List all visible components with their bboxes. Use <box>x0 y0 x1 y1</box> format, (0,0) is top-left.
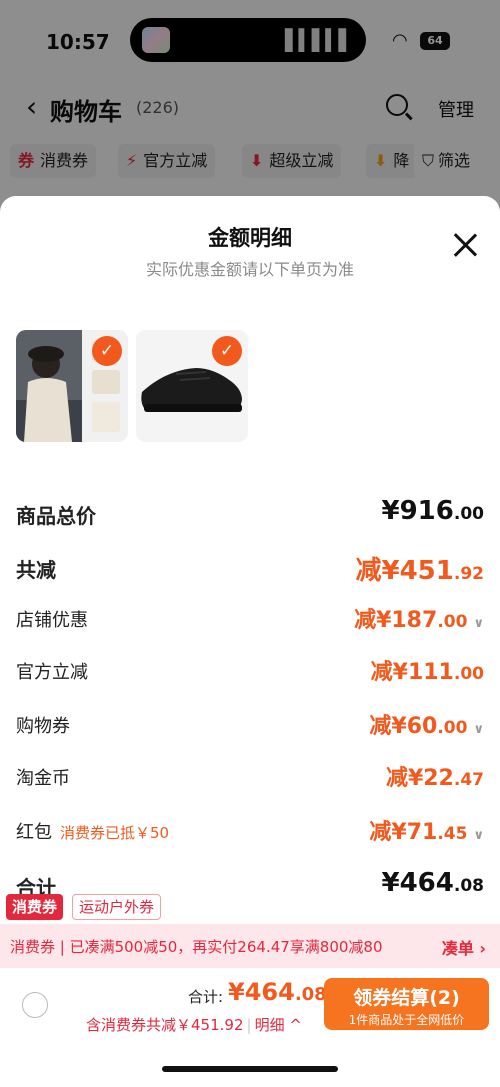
checkout-label: 领券结算(2) <box>353 987 460 1009</box>
discount-summary: 含消费券共减￥451.92 <box>86 1016 244 1034</box>
amount-integer: 22 <box>423 766 454 791</box>
chevron-down-icon: ∨ <box>473 722 484 737</box>
total-value: ¥464.08 <box>228 978 327 1006</box>
selected-check-icon: ✓ <box>92 336 122 366</box>
chevron-up-icon: ^ <box>284 1016 302 1034</box>
taojinbi-value: 减¥22.47 <box>386 760 484 792</box>
amount-integer: 187 <box>391 608 438 633</box>
amount-decimal: .00 <box>437 718 468 738</box>
detail-toggle[interactable]: 明细 ^ <box>255 1016 302 1034</box>
checkout-button[interactable]: 领券结算(2) 1件商品处于全网低价 <box>324 978 489 1030</box>
currency-prefix: 减¥ <box>354 608 392 633</box>
shop-discount-row[interactable]: 店铺优惠 减¥187.00 ∨ <box>16 602 484 636</box>
official-cut-value: 减¥111.00 <box>371 654 484 686</box>
total-sub-line: 含消费券共减￥451.92 | 明细 ^ <box>86 1014 302 1035</box>
taojinbi-label: 淘金币 <box>16 768 70 789</box>
home-indicator <box>162 1066 338 1072</box>
amount-decimal: .00 <box>437 612 468 632</box>
red-packet-row[interactable]: 红包 消费券已抵￥50 减¥71.45 ∨ <box>16 814 484 848</box>
taojinbi-row: 淘金币 减¥22.47 <box>16 760 484 794</box>
checkout-sublabel: 1件商品处于全网低价 <box>348 1013 465 1027</box>
currency-prefix: 减¥ <box>369 820 407 845</box>
currency-prefix: 减¥ <box>370 660 408 685</box>
goods-total-row: 商品总价 ¥916.00 <box>16 496 484 530</box>
official-cut-row: 官方立减 减¥111.00 <box>16 654 484 688</box>
currency-prefix: ¥ <box>228 978 245 1006</box>
shop-discount-label: 店铺优惠 <box>16 610 88 631</box>
amount-decimal: .45 <box>437 824 468 844</box>
chevron-down-icon: ∨ <box>473 828 484 843</box>
divider: | <box>246 1016 252 1034</box>
total-label: 合计: <box>188 988 224 1006</box>
consumer-coupon-tag[interactable]: 消费券 <box>6 894 64 920</box>
amount-decimal: .00 <box>453 664 484 684</box>
close-icon[interactable] <box>452 232 478 258</box>
shopping-coupon-row[interactable]: 购物券 减¥60.00 ∨ <box>16 708 484 742</box>
shopping-coupon-label: 购物券 <box>16 716 70 737</box>
sum-value: ¥464.08 <box>382 868 485 898</box>
red-packet-label: 红包 <box>16 822 52 843</box>
product-thumbnail-shoe[interactable]: ✓ <box>136 330 248 442</box>
outdoor-coupon-tag[interactable]: 运动户外券 <box>72 894 162 920</box>
currency-prefix: 减¥ <box>369 714 407 739</box>
currency-prefix: ¥ <box>381 496 400 526</box>
red-packet-label-wrap: 红包 消费券已抵￥50 <box>16 818 169 844</box>
amount-integer: 464 <box>399 868 454 898</box>
add-items-link[interactable]: 凑单 › <box>442 935 486 959</box>
promo-bar[interactable]: 消费券 | 已凑满500减50，再实付264.47享满800减80 凑单 › <box>0 924 500 968</box>
sheet-subtitle: 实际优惠金额请以下单页为准 <box>145 260 354 279</box>
goods-total-value: ¥916.00 <box>382 496 485 526</box>
selected-check-icon: ✓ <box>212 336 242 366</box>
amount-decimal: .08 <box>294 984 327 1005</box>
total-reduce-label: 共减 <box>16 558 56 582</box>
promo-text: 消费券 | 已凑满500减50，再实付264.47享满800减80 <box>10 938 383 956</box>
sheet-title: 金额明细 <box>208 226 292 250</box>
amount-integer: 60 <box>406 714 438 739</box>
amount-integer: 451 <box>399 556 454 586</box>
shopping-coupon-value: 减¥60.00 ∨ <box>369 708 484 740</box>
currency-prefix: ¥ <box>381 868 400 898</box>
red-packet-value: 减¥71.45 ∨ <box>369 814 484 846</box>
goods-total-label: 商品总价 <box>16 504 96 528</box>
amount-decimal: .47 <box>453 770 484 790</box>
checkout-footer: 合计: ¥464.08 含消费券共减￥451.92 | 明细 ^ 领券结算(2) 1… <box>0 968 500 1087</box>
amount-integer: 916 <box>399 496 454 526</box>
currency-prefix: 减¥ <box>385 766 424 791</box>
amount-integer: 111 <box>407 660 454 685</box>
amount-integer: 464 <box>244 978 295 1006</box>
official-cut-label: 官方立减 <box>16 662 88 683</box>
chevron-down-icon: ∨ <box>473 616 484 631</box>
shop-discount-value: 减¥187.00 ∨ <box>354 602 484 634</box>
amount-decimal: .08 <box>453 876 484 896</box>
currency-prefix: 减¥ <box>355 556 400 586</box>
select-all-radio[interactable] <box>22 992 48 1018</box>
total-reduce-value: 减¥451.92 <box>356 550 485 587</box>
amount-integer: 71 <box>406 820 438 845</box>
detail-label: 明细 <box>254 1016 285 1034</box>
amount-decimal: .92 <box>453 564 484 584</box>
amount-decimal: .00 <box>453 504 484 524</box>
amount-detail-sheet: 金额明细 实际优惠金额请以下单页为准 ✓ ✓ 商品总价 ¥916.00 共减 减… <box>0 196 500 1087</box>
product-thumbnail-jacket[interactable]: ✓ <box>16 330 128 442</box>
red-packet-note: 消费券已抵￥50 <box>60 824 170 842</box>
total-reduce-row: 共减 减¥451.92 <box>16 550 485 587</box>
